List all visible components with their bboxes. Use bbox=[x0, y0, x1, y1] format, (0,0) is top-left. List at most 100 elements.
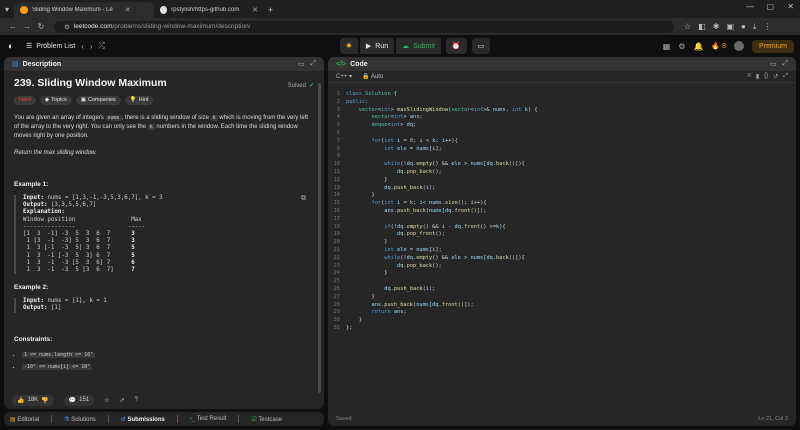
leetcode-top-nav: ◐ ☰ Problem List ‹ › ⤮ ✹ ▶ Run ☁ Submit ⏰ … bbox=[0, 35, 800, 57]
like-button[interactable]: 👍 18K 👎 bbox=[12, 394, 54, 406]
comments-button[interactable]: 💬 151 bbox=[63, 394, 95, 406]
minimize-icon[interactable]: — bbox=[746, 2, 754, 11]
star-icon[interactable]: ☆ bbox=[104, 397, 109, 404]
layout-icon[interactable]: ▦ bbox=[663, 42, 671, 51]
constraints-title: Constraints: bbox=[14, 335, 53, 343]
avatar[interactable] bbox=[733, 41, 744, 51]
tab-testcase[interactable]: ☑ Testcase bbox=[251, 416, 282, 423]
history-icon: ↺ bbox=[120, 416, 126, 423]
table-row: 1 [3 -1 -3] 5 3 6 7 3 bbox=[23, 238, 134, 244]
leetcode-favicon-icon bbox=[20, 6, 28, 14]
tab-test-result[interactable]: ›_ Test Result bbox=[190, 416, 227, 422]
comment-count: 151 bbox=[79, 397, 90, 403]
tab-menu-icon[interactable]: ▾ bbox=[0, 2, 14, 18]
premium-button[interactable]: Premium bbox=[751, 39, 794, 53]
description-tab-header[interactable]: ▤ Description ▭ ⤢ bbox=[4, 57, 324, 71]
run-button[interactable]: ▶ Run bbox=[359, 38, 395, 54]
copy-icon[interactable]: ⧉ bbox=[301, 194, 306, 202]
site-info-icon[interactable]: ⚙ bbox=[64, 23, 70, 31]
close-tab-icon[interactable]: ✕ bbox=[252, 6, 258, 14]
statement-text: You are given an array of integers bbox=[14, 115, 106, 121]
notification-icon[interactable]: 🔔 bbox=[693, 42, 703, 51]
collapse-icon[interactable]: ▭ bbox=[298, 60, 305, 68]
fullscreen-icon[interactable]: ⤢ bbox=[783, 73, 788, 80]
bookmark-icon[interactable]: ▮ bbox=[756, 73, 759, 80]
window-max: 5 bbox=[131, 245, 135, 252]
explanation-label: Explanation: bbox=[23, 209, 65, 216]
notes-button[interactable]: ▭ bbox=[471, 38, 491, 54]
difficulty-badge: Hard bbox=[14, 96, 36, 105]
description-scrollbar[interactable] bbox=[318, 83, 321, 393]
collapse-icon[interactable]: ▭ bbox=[770, 60, 777, 68]
checkbox-icon: ☑ bbox=[251, 416, 257, 423]
tab-submissions[interactable]: ↺ Submissions bbox=[121, 416, 165, 423]
output-label: Output: bbox=[23, 202, 48, 209]
github-favicon-icon bbox=[160, 6, 168, 14]
code-tab-label: Code bbox=[350, 60, 368, 68]
menu-icon[interactable]: ⋮ bbox=[763, 22, 771, 32]
code-tab-header[interactable]: </> Code ▭ ⤢ bbox=[328, 57, 796, 71]
inline-code: nums bbox=[105, 115, 122, 121]
expand-icon[interactable]: ⤢ bbox=[782, 60, 788, 68]
share-icon[interactable]: ↗ bbox=[120, 397, 125, 404]
bug-icon: ✹ bbox=[346, 43, 352, 50]
extension-icon[interactable]: ◧ bbox=[698, 22, 706, 32]
reload-icon[interactable]: ↻ bbox=[34, 22, 48, 31]
help-icon[interactable]: ? bbox=[135, 397, 138, 403]
leetcode-logo-icon[interactable]: ◐ bbox=[8, 41, 18, 51]
settings-icon[interactable]: ⚙ bbox=[678, 42, 685, 51]
tab-editorial[interactable]: ▤ Editorial bbox=[10, 416, 39, 423]
format-icon[interactable]: ≡ bbox=[747, 73, 751, 80]
window-position: 1 3 -1 [-3 5 3] 6 7 bbox=[23, 252, 111, 259]
table-row: 1 3 -1 -3 5 [3 6 7] 7 bbox=[23, 267, 135, 274]
language-select[interactable]: C++ ▾ bbox=[336, 73, 352, 80]
code-editor[interactable]: 1 class Solution { 2 public: 3 vector<int>… bbox=[328, 91, 796, 333]
tab-solutions[interactable]: ⚗ Solutions bbox=[64, 416, 96, 423]
close-tab-icon[interactable]: ✕ bbox=[125, 6, 131, 14]
maximize-icon[interactable]: ▢ bbox=[766, 2, 774, 11]
window-max: 7 bbox=[131, 267, 135, 274]
profile-icon[interactable]: ● bbox=[741, 22, 746, 32]
back-icon[interactable]: ← bbox=[6, 22, 20, 31]
browser-tab-github[interactable]: rpstylish/https-github.com-rp ✕ bbox=[154, 2, 264, 18]
prev-problem-icon[interactable]: ‹ bbox=[81, 42, 84, 51]
companies-label: Companies bbox=[87, 97, 116, 103]
auto-mode[interactable]: 🔒 Auto bbox=[362, 73, 383, 80]
new-tab-icon[interactable]: + bbox=[268, 2, 273, 18]
braces-icon[interactable]: {} bbox=[764, 73, 768, 80]
bookmark-star-icon[interactable]: ☆ bbox=[684, 22, 691, 32]
submit-button[interactable]: ☁ Submit bbox=[396, 38, 441, 54]
download-icon[interactable]: ⤓ bbox=[753, 22, 757, 32]
problem-list-button[interactable]: ☰ Problem List bbox=[26, 42, 75, 51]
expand-icon[interactable]: ⤢ bbox=[310, 60, 316, 68]
thumbs-up-icon: 👍 bbox=[17, 397, 25, 404]
output-value: [3,3,5,5,6,7] bbox=[47, 202, 97, 209]
statement-text: , there is a sliding window of size bbox=[121, 115, 211, 121]
streak-counter[interactable]: 🔥 8 bbox=[711, 42, 726, 50]
puzzle-icon[interactable]: ✱ bbox=[713, 22, 720, 32]
page-title[interactable]: 239. Sliding Window Maximum bbox=[14, 78, 314, 89]
streak-count: 8 bbox=[722, 43, 726, 50]
browser-tab-leetcode[interactable]: Sliding Window Maximum - Le ✕ bbox=[14, 2, 154, 18]
topics-chip[interactable]: ◆ Topics bbox=[39, 96, 72, 105]
like-count: 18K bbox=[27, 397, 39, 403]
submit-label: Submit bbox=[413, 42, 435, 50]
close-window-icon[interactable]: ✕ bbox=[787, 2, 794, 11]
undo-icon[interactable]: ↺ bbox=[773, 73, 778, 80]
debug-button[interactable]: ✹ bbox=[340, 38, 358, 54]
thumbs-down-icon[interactable]: 👎 bbox=[41, 397, 48, 404]
forward-icon[interactable]: → bbox=[20, 22, 34, 31]
problem-return-text: Return the max sliding window. bbox=[14, 150, 97, 156]
timer-button[interactable]: ⏰ bbox=[445, 38, 467, 54]
table-row: [1 3 -1] -3 5 3 6 7 3 bbox=[23, 231, 135, 237]
url-field[interactable]: ⚙ leetcode.com/problems/sliding-window-m… bbox=[54, 20, 674, 33]
tab-label: Submissions bbox=[127, 416, 165, 423]
document-icon: ▤ bbox=[12, 61, 19, 68]
shuffle-icon[interactable]: ⤮ bbox=[99, 41, 105, 51]
companies-chip[interactable]: ▣ Companies bbox=[75, 96, 121, 105]
tab-label: Testcase bbox=[258, 416, 283, 423]
next-problem-icon[interactable]: › bbox=[90, 42, 93, 51]
sidebar-icon[interactable]: ▣ bbox=[726, 22, 734, 32]
input-label: Input: bbox=[23, 195, 44, 201]
hint-chip[interactable]: 💡 Hint bbox=[124, 96, 154, 105]
